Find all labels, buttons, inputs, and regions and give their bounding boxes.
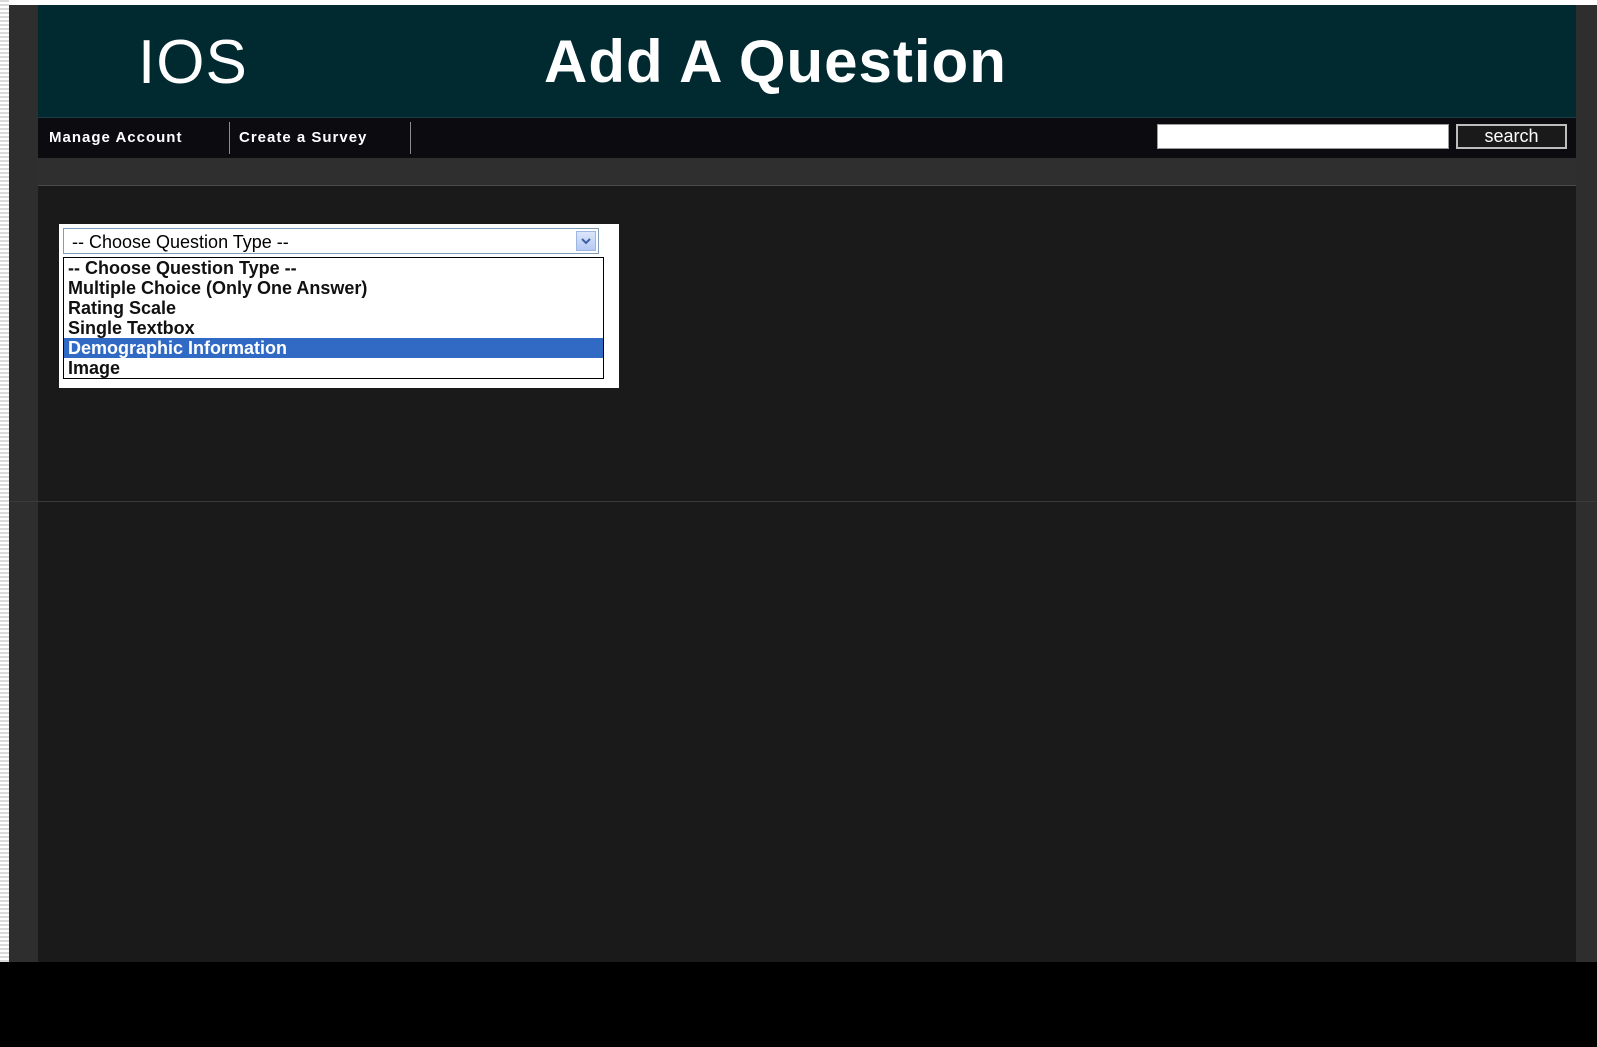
chevron-down-icon[interactable] xyxy=(576,231,596,251)
option-demographic-information[interactable]: Demographic Information xyxy=(64,338,603,358)
left-edge-stripe xyxy=(0,0,9,962)
search-input[interactable] xyxy=(1157,124,1449,149)
search-button[interactable]: search xyxy=(1456,124,1567,149)
nav-manage-account[interactable]: Manage Account xyxy=(49,118,182,157)
logo: IOS xyxy=(138,28,248,97)
question-type-dropdown: -- Choose Question Type -- Multiple Choi… xyxy=(63,257,604,379)
nav-separator xyxy=(410,122,411,154)
option-multiple-choice[interactable]: Multiple Choice (Only One Answer) xyxy=(64,278,603,298)
option-single-textbox[interactable]: Single Textbox xyxy=(64,318,603,338)
sub-toolbar xyxy=(38,158,1576,186)
divider-line xyxy=(9,501,1597,502)
page-title: Add A Question xyxy=(544,28,1007,95)
nav-separator xyxy=(229,122,230,154)
option-image[interactable]: Image xyxy=(64,358,603,378)
question-type-panel: -- Choose Question Type -- -- Choose Que… xyxy=(59,224,619,388)
nav-create-survey[interactable]: Create a Survey xyxy=(239,118,367,157)
option-rating-scale[interactable]: Rating Scale xyxy=(64,298,603,318)
question-type-select[interactable]: -- Choose Question Type -- xyxy=(63,228,599,254)
select-current-value: -- Choose Question Type -- xyxy=(72,232,289,252)
header: IOS Add A Question xyxy=(38,5,1576,117)
option-choose-question-type[interactable]: -- Choose Question Type -- xyxy=(64,258,603,278)
bottom-black-area xyxy=(9,962,1597,1047)
